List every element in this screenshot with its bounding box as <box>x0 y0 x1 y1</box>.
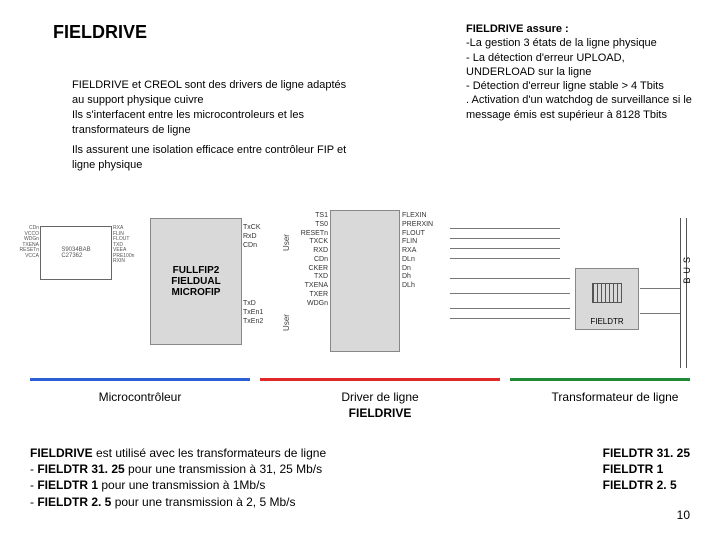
mcu-pins-right: RXA FLIN FLOUT TXD VEEA PRE100n RXIN <box>113 226 153 265</box>
assure-head: FIELDRIVE assure : <box>466 23 569 35</box>
fieldtr-label: FIELDTR <box>576 318 638 327</box>
mcu-art: S9034BAB C27362 <box>40 226 112 280</box>
footer-lead2: est utilisé avec les transformateurs de … <box>93 446 326 460</box>
wire-1 <box>450 228 560 229</box>
caption-drv-1: Driver de ligne <box>341 390 418 404</box>
tr-a: FIELDTR 31. 25 <box>603 445 690 461</box>
assure-l4: . Activation d'un watchdog de surveillan… <box>466 94 692 120</box>
wire-6 <box>450 293 570 294</box>
f-l1b: FIELDTR 31. 25 <box>37 462 124 476</box>
user-label-2: User <box>282 314 291 331</box>
wire-7 <box>450 308 570 309</box>
footer-lead: FIELDRIVE <box>30 446 93 460</box>
tr-c: FIELDTR 2. 5 <box>603 477 690 493</box>
f-l1c: pour une transmission à 31, 25 Mb/s <box>125 462 322 476</box>
tr-b: FIELDTR 1 <box>603 461 690 477</box>
fieldrive-pins-right: FLEXIN PRERXIN FLOUT FLIN RXA DLn Dn Dh … <box>402 212 433 291</box>
f-l3b: FIELDTR 2. 5 <box>37 495 111 509</box>
bus-wire-1 <box>640 288 680 289</box>
intro-p2: Ils s'interfacent entre les microcontrol… <box>72 108 352 138</box>
block-diagram: CDn VCCO WDGn TXENA RESETn VCCA S9034BAB… <box>30 218 690 368</box>
assure-l2: - La détection d'erreur UPLOAD, UNDERLOA… <box>466 52 625 78</box>
mcu-core-label: S9034BAB C27362 <box>61 247 90 259</box>
f-l2b: FIELDTR 1 <box>37 478 98 492</box>
fieldrive-chip: TS1 TS0 RESETn TXCK RXD CDn CKER TXD TXE… <box>330 210 400 352</box>
page-number: 10 <box>677 508 690 522</box>
wire-2 <box>450 238 560 239</box>
fieldrive-body <box>330 210 400 352</box>
user-label-1: User <box>282 234 291 251</box>
wire-4 <box>450 258 560 259</box>
fullfip-label: FULLFIP2 FIELDUAL MICROFIP <box>151 265 241 298</box>
assure-l3: - Détection d'erreur ligne stable > 4 Tb… <box>466 80 664 92</box>
underline-tr <box>510 378 690 381</box>
wire-8 <box>450 318 570 319</box>
wire-3 <box>450 248 560 249</box>
fullfip-body: FULLFIP2 FIELDUAL MICROFIP <box>150 218 242 345</box>
caption-mcu: Microcontrôleur <box>60 390 220 406</box>
bus-rail-1 <box>680 218 681 368</box>
intro-p1: FIELDRIVE et CREOL sont des drivers de l… <box>72 78 352 108</box>
fieldtr-chip: FIELDTR <box>575 268 639 330</box>
caption-drv-2: FIELDRIVE <box>349 406 412 420</box>
wire-5 <box>450 278 570 279</box>
fullfip-pins-top: TxCK RxD CDn <box>243 224 261 250</box>
caption-drv: Driver de ligne FIELDRIVE <box>300 390 460 421</box>
coil-icon <box>592 283 622 303</box>
fieldrive-pins-left: TS1 TS0 RESETn TXCK RXD CDn CKER TXD TXE… <box>301 212 328 308</box>
footer-block: FIELDRIVE est utilisé avec les transform… <box>30 445 390 510</box>
underline-drv <box>260 378 500 381</box>
assure-l1: -La gestion 3 états de la ligne physique <box>466 37 657 49</box>
mcu-chip: CDn VCCO WDGn TXENA RESETn VCCA S9034BAB… <box>40 226 112 280</box>
f-l2c: pour une transmission à 1Mb/s <box>98 478 265 492</box>
bus-label: BUS <box>682 253 692 284</box>
intro-p3: Ils assurent une isolation efficace entr… <box>72 143 352 173</box>
page-title: FIELDRIVE <box>53 22 147 43</box>
intro-block: FIELDRIVE et CREOL sont des drivers de l… <box>72 78 352 173</box>
fullfip-chip: FULLFIP2 FIELDUAL MICROFIP TxCK RxD CDn … <box>150 218 242 345</box>
caption-tr: Transformateur de ligne <box>550 390 680 406</box>
fullfip-pins-bot: TxD TxEn1 TxEn2 <box>243 300 263 326</box>
transformer-list: FIELDTR 31. 25 FIELDTR 1 FIELDTR 2. 5 <box>603 445 690 494</box>
assure-block: FIELDRIVE assure : -La gestion 3 états d… <box>466 22 696 122</box>
f-l3c: pour une transmission à 2, 5 Mb/s <box>111 495 295 509</box>
mcu-pins-left: CDn VCCO WDGn TXENA RESETn VCCA <box>0 226 39 259</box>
bus-wire-2 <box>640 313 680 314</box>
bus-rail-2 <box>686 218 687 368</box>
fieldtr-body: FIELDTR <box>575 268 639 330</box>
underline-mcu <box>30 378 250 381</box>
